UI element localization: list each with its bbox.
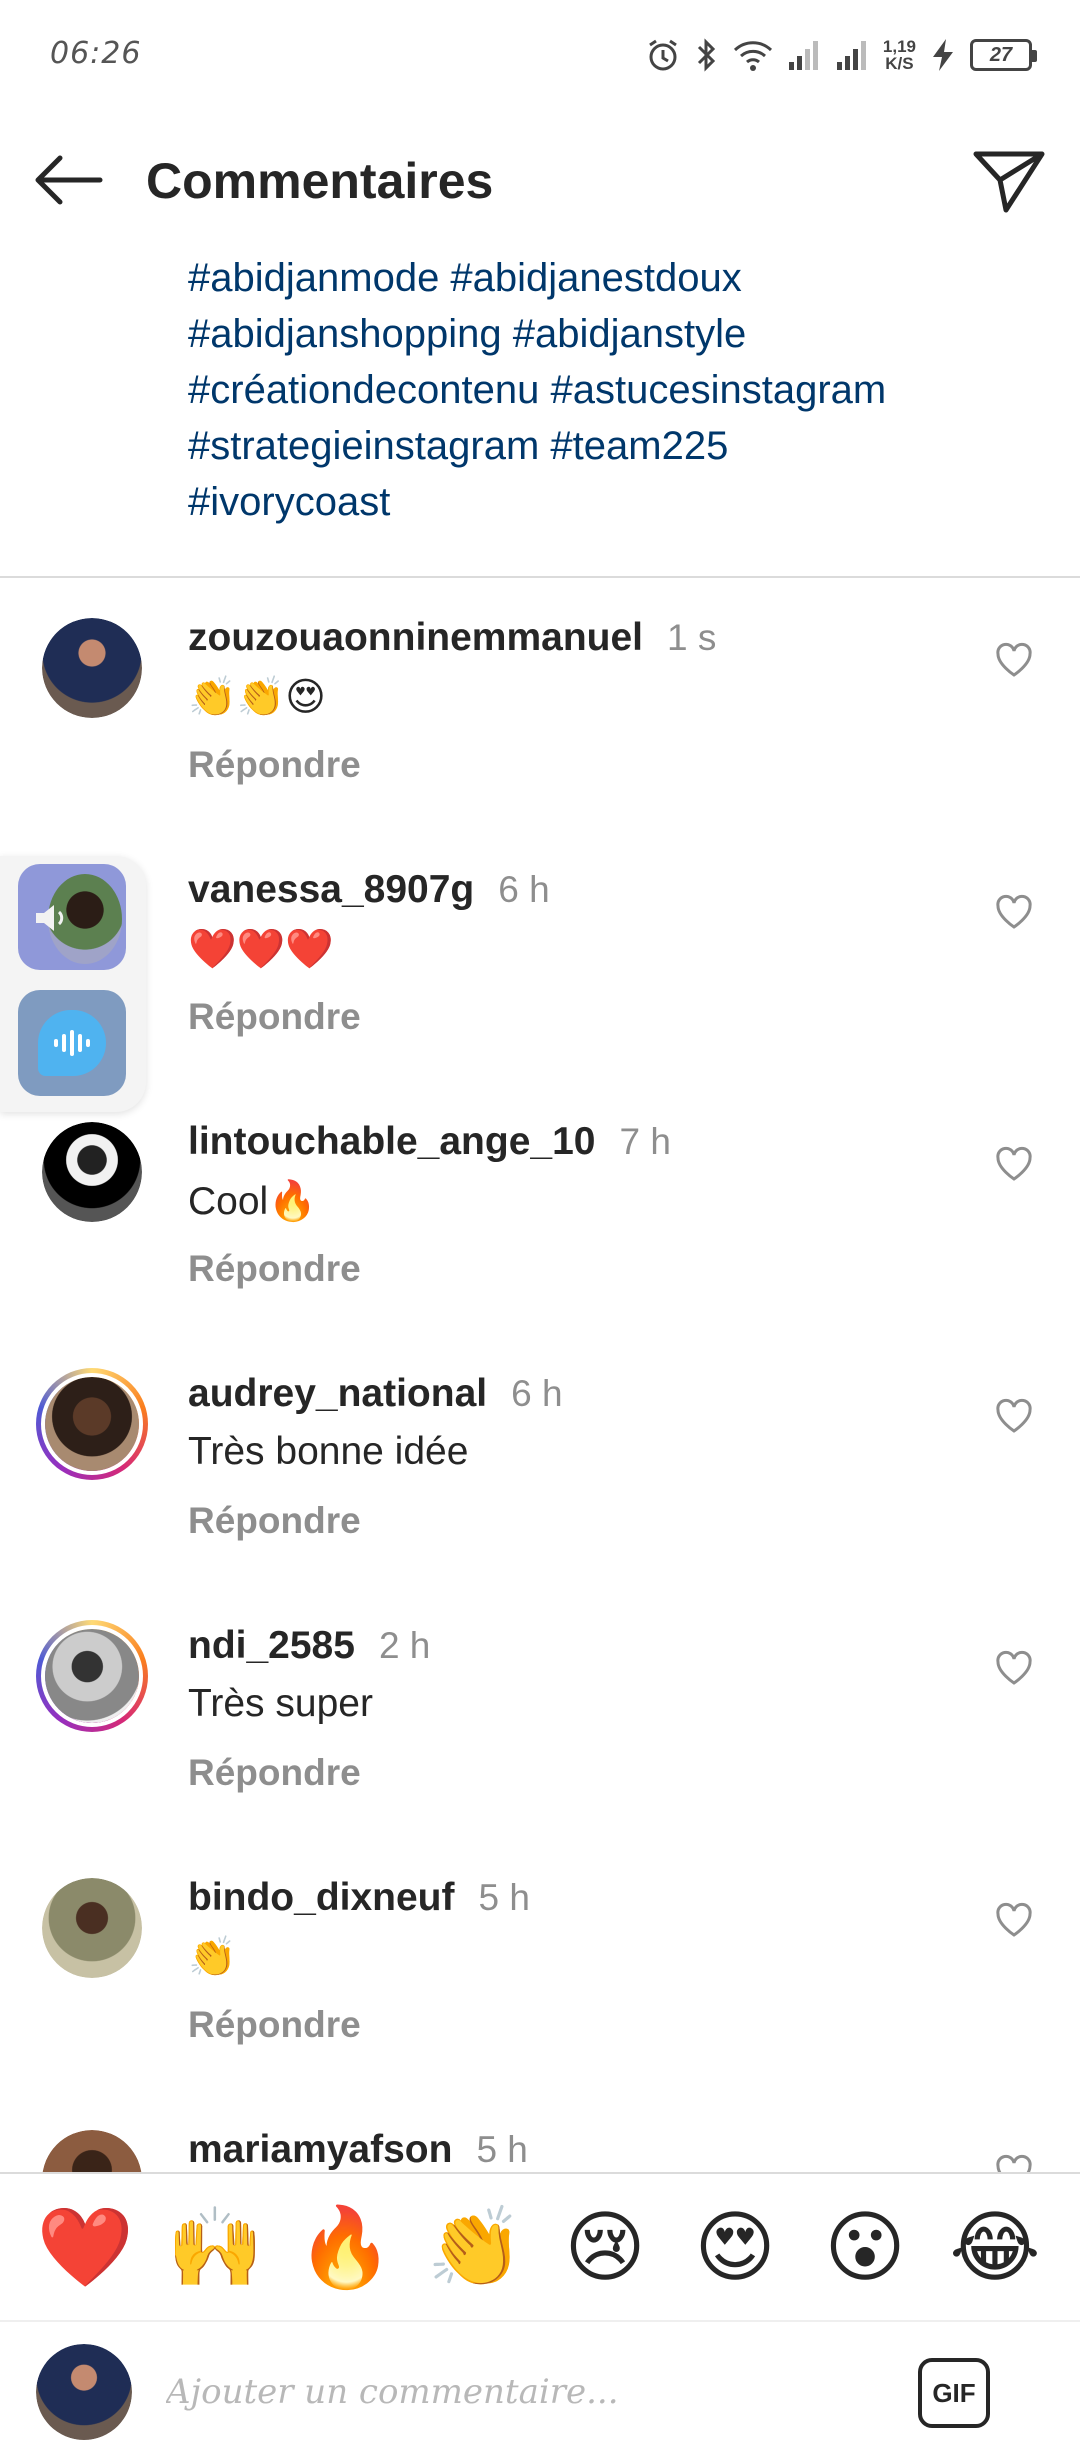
heart-icon xyxy=(996,1398,1032,1433)
comment-text: Très super xyxy=(188,1682,373,1725)
network-speed: 1,19 K/S xyxy=(882,37,916,73)
comment-item: bindo_dixneuf 5 h 👏 Répondre xyxy=(0,1838,1080,2090)
like-button[interactable] xyxy=(994,892,1034,932)
emoji-crying-button[interactable]: 😢 xyxy=(555,2208,655,2286)
reply-button[interactable]: Répondre xyxy=(188,1500,361,1542)
comment-time: 7 h xyxy=(619,1121,671,1162)
like-button[interactable] xyxy=(994,1648,1034,1688)
comment-time: 6 h xyxy=(498,869,550,910)
status-time: 06:26 xyxy=(50,36,142,71)
hashtag-line[interactable]: #abidjanmode #abidjanestdoux xyxy=(188,250,1048,306)
reply-button[interactable]: Répondre xyxy=(188,744,361,786)
floating-side-widget[interactable] xyxy=(0,856,146,1112)
comment-composer: GIF xyxy=(0,2320,1080,2460)
reply-button[interactable]: Répondre xyxy=(188,996,361,1038)
reply-button[interactable]: Répondre xyxy=(188,1752,361,1794)
comment-item: lintouchable_ange_10 7 h Cool🔥 Répondre xyxy=(0,1082,1080,1334)
comment-item: audrey_national 6 h Très bonne idée Répon… xyxy=(0,1334,1080,1586)
current-user-avatar xyxy=(36,2344,132,2440)
emoji-surprised-button[interactable]: 😮 xyxy=(815,2208,915,2286)
post-caption: #abidjanmode #abidjanestdoux #abidjansho… xyxy=(188,250,1048,530)
comment-time: 6 h xyxy=(511,1373,563,1414)
heart-icon xyxy=(996,642,1032,677)
comment-username[interactable]: vanessa_8907g xyxy=(188,868,474,911)
reply-button[interactable]: Répondre xyxy=(188,2004,361,2046)
emoji-raised-hands-button[interactable]: 🙌 xyxy=(165,2208,265,2286)
status-bar: 06:26 1,19 K/S 27 xyxy=(0,0,1080,110)
emoji-laughing-button[interactable]: 😂 xyxy=(945,2208,1045,2286)
signal-icon-1 xyxy=(787,38,821,72)
comment-time: 1 s xyxy=(667,617,717,658)
wifi-icon xyxy=(733,38,773,72)
avatar[interactable] xyxy=(42,1878,142,1978)
comment-input[interactable] xyxy=(166,2362,866,2422)
bluetooth-icon xyxy=(695,37,719,73)
header: Commentaires xyxy=(0,120,1080,240)
floating-video-call-bubble[interactable] xyxy=(18,864,126,970)
emoji-heart-button[interactable]: ❤️ xyxy=(35,2208,135,2286)
battery-indicator: 27 xyxy=(970,39,1037,71)
heart-icon xyxy=(996,1902,1032,1937)
avatar-story-ring[interactable] xyxy=(36,1620,148,1732)
comment-list[interactable]: zouzouaonninemmanuel 1 s 👏👏😍 Répondre van… xyxy=(0,578,1080,2172)
soundwave-icon xyxy=(38,1010,106,1076)
comment-text: 👏👏😍 xyxy=(188,676,326,719)
avatar[interactable] xyxy=(42,1122,142,1222)
emoji-clap-button[interactable]: 👏 xyxy=(425,2208,525,2286)
comment-text: 👏 xyxy=(188,1936,237,1979)
comment-username[interactable]: mariamyafson xyxy=(188,2128,452,2171)
comment-item: zouzouaonninemmanuel 1 s 👏👏😍 Répondre xyxy=(0,578,1080,830)
comment-username[interactable]: bindo_dixneuf xyxy=(188,1876,455,1919)
share-button[interactable] xyxy=(970,146,1048,216)
comment-item: vanessa_8907g 6 h ❤️❤️❤️ Répondre xyxy=(0,830,1080,1082)
paper-plane-icon xyxy=(973,151,1045,213)
like-button[interactable] xyxy=(994,1396,1034,1436)
comment-username[interactable]: lintouchable_ange_10 xyxy=(188,1120,595,1163)
gif-button[interactable]: GIF xyxy=(918,2358,990,2428)
status-icons: 1,19 K/S 27 xyxy=(645,30,1037,80)
floating-voice-assistant[interactable] xyxy=(18,990,126,1096)
emoji-heart-eyes-button[interactable]: 😍 xyxy=(685,2208,785,2286)
heart-icon xyxy=(996,2154,1032,2172)
comment-text: Cool🔥 xyxy=(188,1180,317,1223)
comment-time: 2 h xyxy=(378,1625,431,1666)
like-button[interactable] xyxy=(994,2152,1034,2172)
heart-icon xyxy=(996,894,1032,929)
back-button[interactable] xyxy=(32,150,112,210)
page-title: Commentaires xyxy=(146,153,494,209)
comment-text: ❤️❤️❤️ xyxy=(188,928,334,971)
hashtag-line[interactable]: #abidjanshopping #abidjanstyle xyxy=(188,306,1048,362)
like-button[interactable] xyxy=(994,1144,1034,1184)
comment-username[interactable]: zouzouaonninemmanuel xyxy=(188,616,643,659)
emoji-quick-reactions: ❤️ 🙌 🔥 👏 😢 😍 😮 😂 xyxy=(0,2172,1080,2320)
comment-time: 5 h xyxy=(476,2129,528,2170)
hashtag-line[interactable]: #strategieinstagram #team225 xyxy=(188,418,1048,474)
heart-icon xyxy=(996,1146,1032,1181)
comment-item: mariamyafson 5 h xyxy=(0,2090,1080,2172)
reply-button[interactable]: Répondre xyxy=(188,1248,361,1290)
alarm-icon xyxy=(645,37,681,73)
hashtag-line[interactable]: #ivorycoast xyxy=(188,474,1048,530)
avatar[interactable] xyxy=(42,618,142,718)
heart-icon xyxy=(996,1650,1032,1685)
emoji-fire-button[interactable]: 🔥 xyxy=(295,2208,395,2286)
arrow-left-icon xyxy=(35,155,103,205)
signal-icon-2 xyxy=(835,38,869,72)
comment-username[interactable]: audrey_national xyxy=(188,1372,487,1415)
avatar-story-ring[interactable] xyxy=(36,1368,148,1480)
comment-text: Très bonne idée xyxy=(188,1430,469,1473)
hashtag-line[interactable]: #créationdecontenu #astucesinstagram xyxy=(188,362,1048,418)
like-button[interactable] xyxy=(994,1900,1034,1940)
comment-item: ndi_2585 2 h Très super Répondre xyxy=(0,1586,1080,1838)
speaker-icon xyxy=(36,905,64,931)
comment-username[interactable]: ndi_2585 xyxy=(188,1624,355,1667)
like-button[interactable] xyxy=(994,640,1034,680)
avatar[interactable] xyxy=(42,2130,142,2172)
comment-time: 5 h xyxy=(478,1877,530,1918)
charging-icon xyxy=(930,37,956,73)
